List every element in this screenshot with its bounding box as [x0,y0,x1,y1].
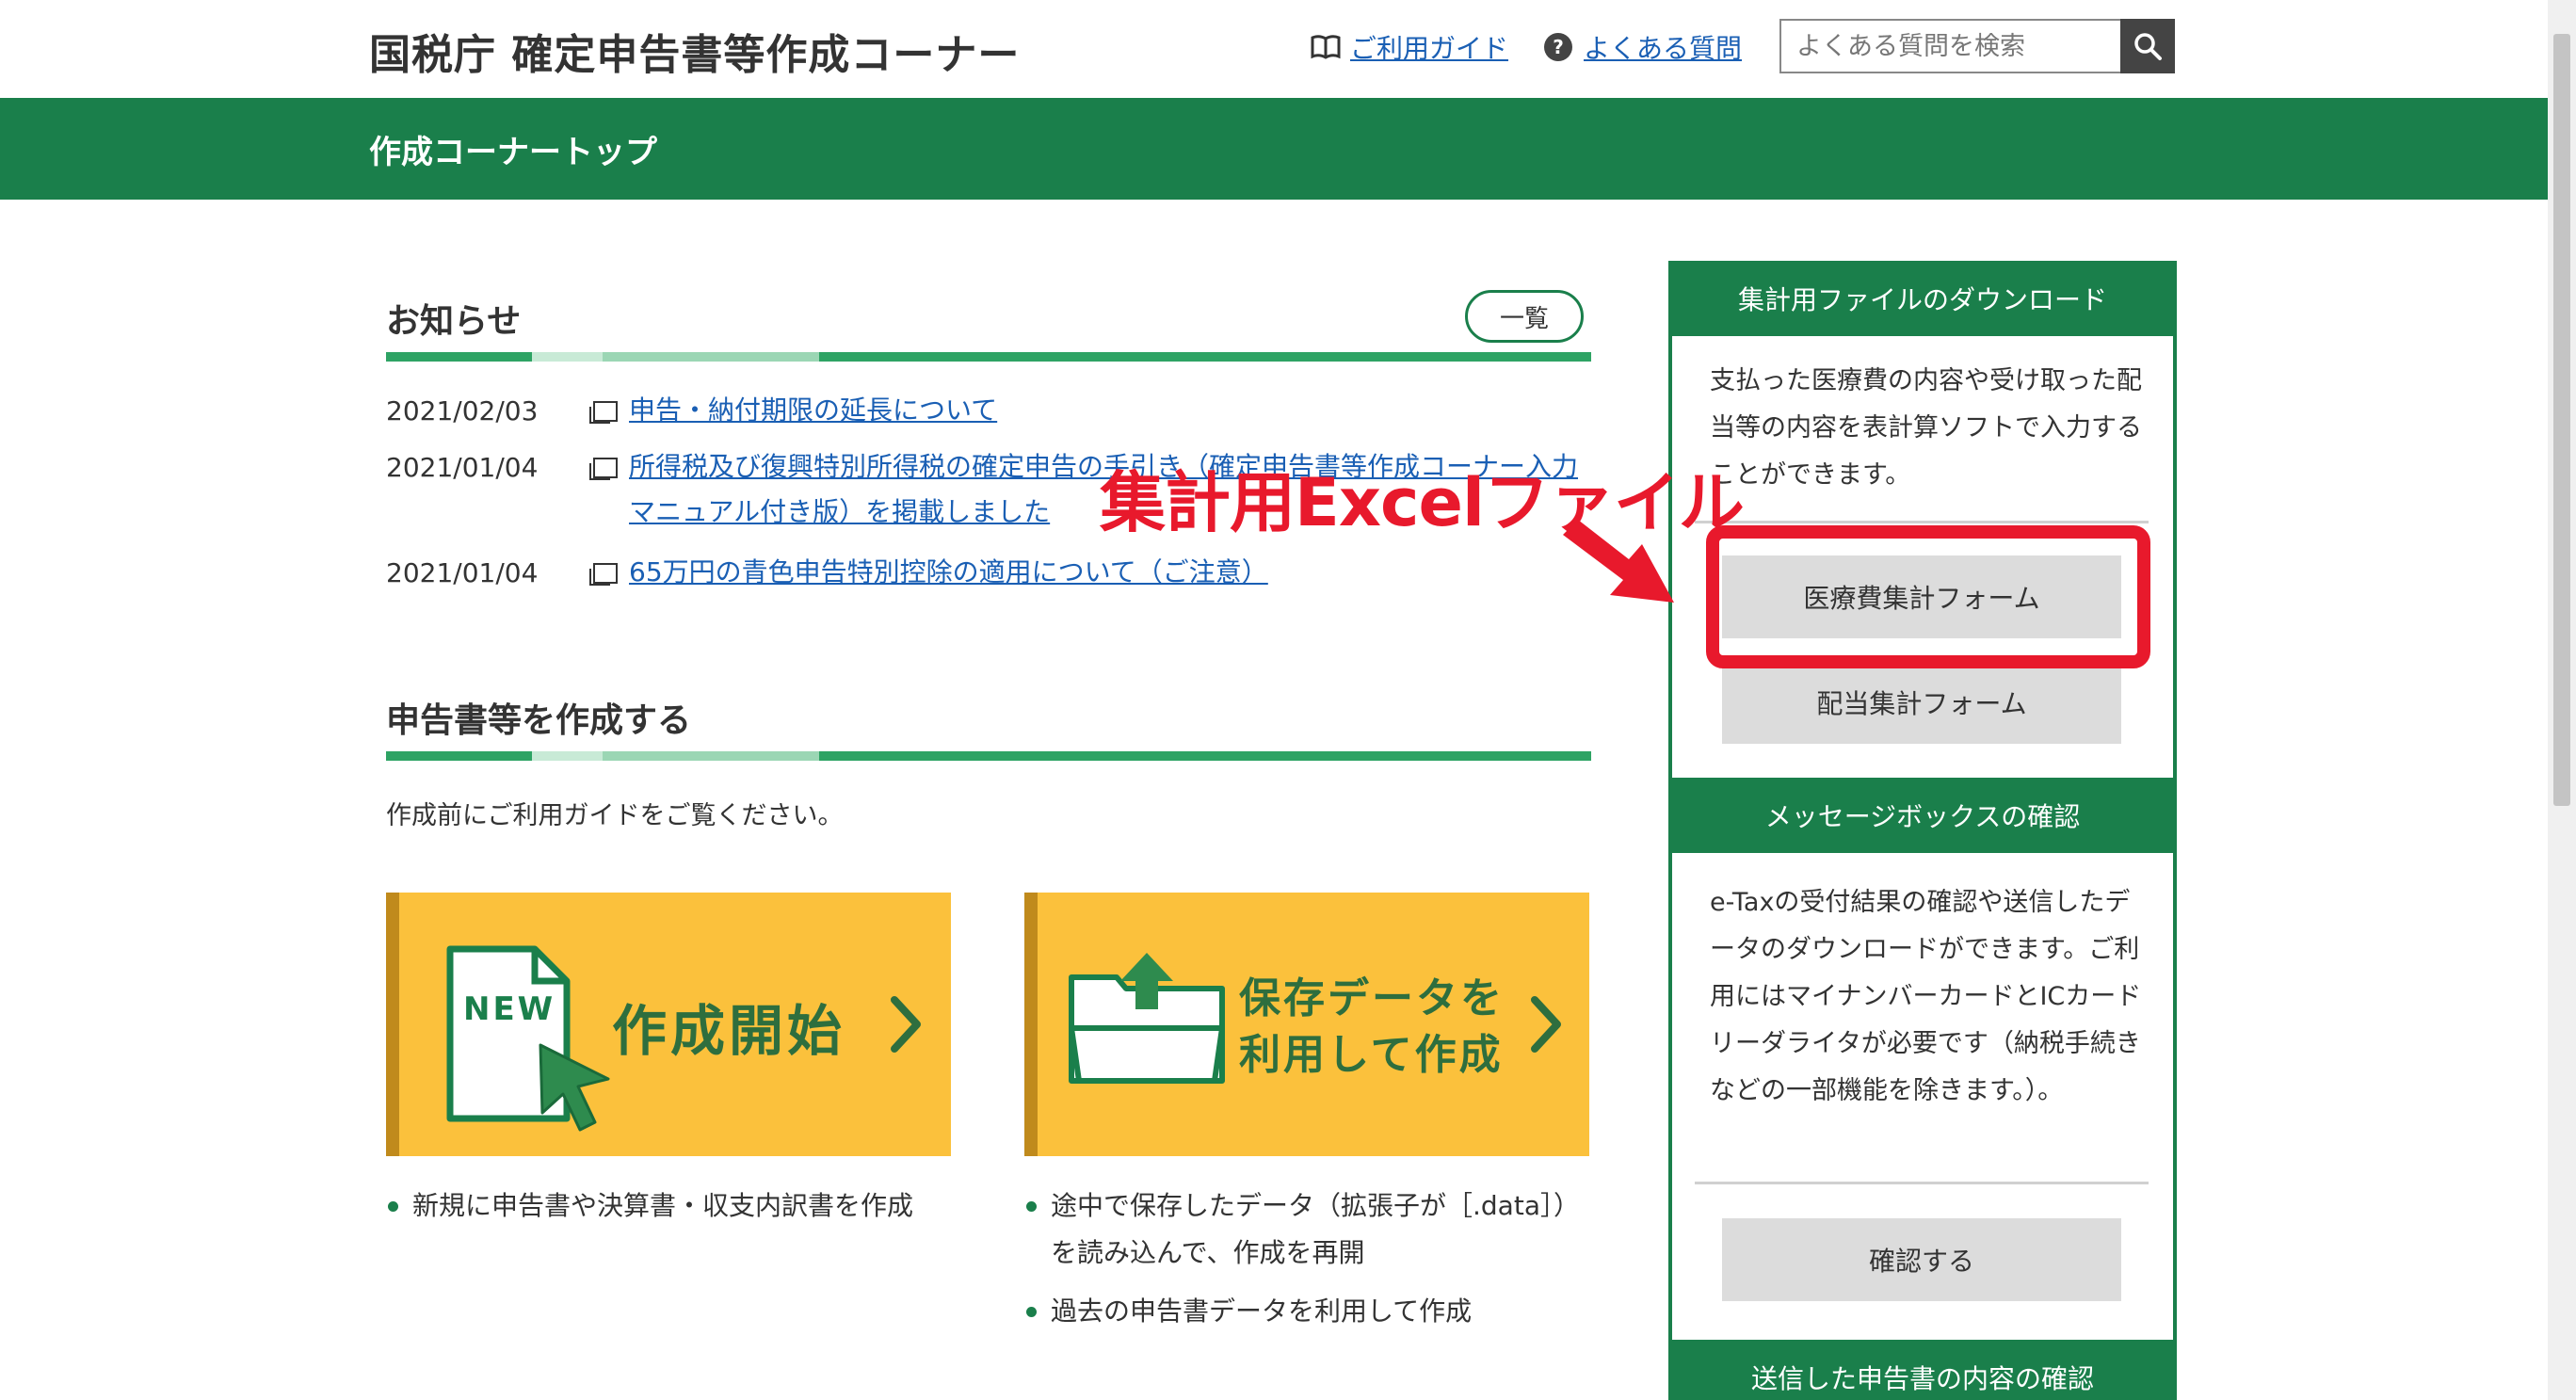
red-arrow-icon [1563,520,1674,603]
book-icon [1311,35,1341,59]
external-window-icon [589,563,618,586]
messagebox-heading: メッセージボックスの確認 [1668,778,2177,853]
site-header: 国税庁 確定申告書等作成コーナー ご利用ガイド ? よくある質問 [0,0,2548,98]
folder-upload-icon [1069,953,1225,1084]
faq-link-label[interactable]: よくある質問 [1584,28,1742,66]
external-window-icon [589,401,618,424]
annotation-highlight-box [1706,525,2150,668]
dividend-form-button[interactable]: 配当集計フォーム [1722,661,2121,744]
site-title[interactable]: 国税庁 確定申告書等作成コーナー [369,21,1020,81]
chevron-right-icon [891,996,921,1053]
start-creation-button[interactable]: NEW 作成開始 [386,893,951,1156]
divider [1695,521,2149,523]
faq-search-input[interactable] [1779,19,2122,73]
scrollbar-thumb[interactable] [2553,34,2570,806]
create-heading-underline [386,751,1591,761]
news-date: 2021/01/04 [386,557,539,588]
download-description: 支払った医療費の内容や受け取った配当等の内容を表計算ソフトで入力することができま… [1710,366,2142,490]
news-link[interactable]: 65万円の青色申告特別控除の適用について（ご注意） [629,550,1589,595]
search-button[interactable] [2120,19,2175,73]
messagebox-description: e-Taxの受付結果の確認や送信したデータのダウンロードができます。ご利用にはマ… [1710,888,2142,1105]
breadcrumb-band: 作成コーナートップ [0,98,2548,200]
news-list-button[interactable]: 一覧 [1465,290,1584,343]
news-link[interactable]: 申告・納付期限の延長について [629,388,1589,433]
news-item: 2021/02/03 申告・納付期限の延長について [386,394,1589,433]
create-heading: 申告書等を作成する [386,701,692,740]
news-date: 2021/01/04 [386,452,539,483]
sent-return-heading[interactable]: 送信した申告書の内容の確認 [1668,1340,2177,1400]
page-title: 作成コーナートップ [369,134,657,171]
new-badge: NEW [463,990,556,1028]
saved-data-bullet: 途中で保存したデータ（拡張子が［.data］）を読み込んで、作成を再開 [1026,1183,1597,1277]
faq-link[interactable]: ? よくある質問 [1544,28,1742,66]
guide-link[interactable]: ご利用ガイド [1311,28,1508,66]
news-heading-underline [386,352,1591,362]
question-icon: ? [1544,33,1572,61]
page-scrollbar[interactable] [2548,0,2576,1400]
start-creation-label: 作成開始 [612,999,846,1063]
guide-note: 作成前にご利用ガイドをご覧ください。 [386,801,844,830]
start-creation-bullet: 新規に申告書や決算書・収支内訳書を作成 [388,1183,940,1230]
guide-link-label[interactable]: ご利用ガイド [1350,28,1508,66]
cursor-arrow-icon [539,1043,610,1132]
news-heading: お知らせ [386,302,522,341]
use-saved-data-button[interactable]: 保存データを 利用して作成 [1024,893,1589,1156]
news-item: 2021/01/04 65万円の青色申告特別控除の適用について（ご注意） [386,556,1589,595]
use-saved-data-label-line1: 保存データを [1239,974,1505,1022]
download-heading: 集計用ファイルのダウンロード [1668,261,2177,336]
external-window-icon [589,458,618,480]
news-date: 2021/02/03 [386,395,539,426]
messagebox-confirm-button[interactable]: 確認する [1722,1218,2121,1301]
use-saved-data-label-line2: 利用して作成 [1239,1031,1504,1079]
saved-data-bullet: 過去の申告書データを利用して作成 [1026,1288,1597,1335]
chevron-right-icon [1531,996,1561,1053]
search-icon [2134,33,2162,60]
divider [1695,1182,2149,1184]
